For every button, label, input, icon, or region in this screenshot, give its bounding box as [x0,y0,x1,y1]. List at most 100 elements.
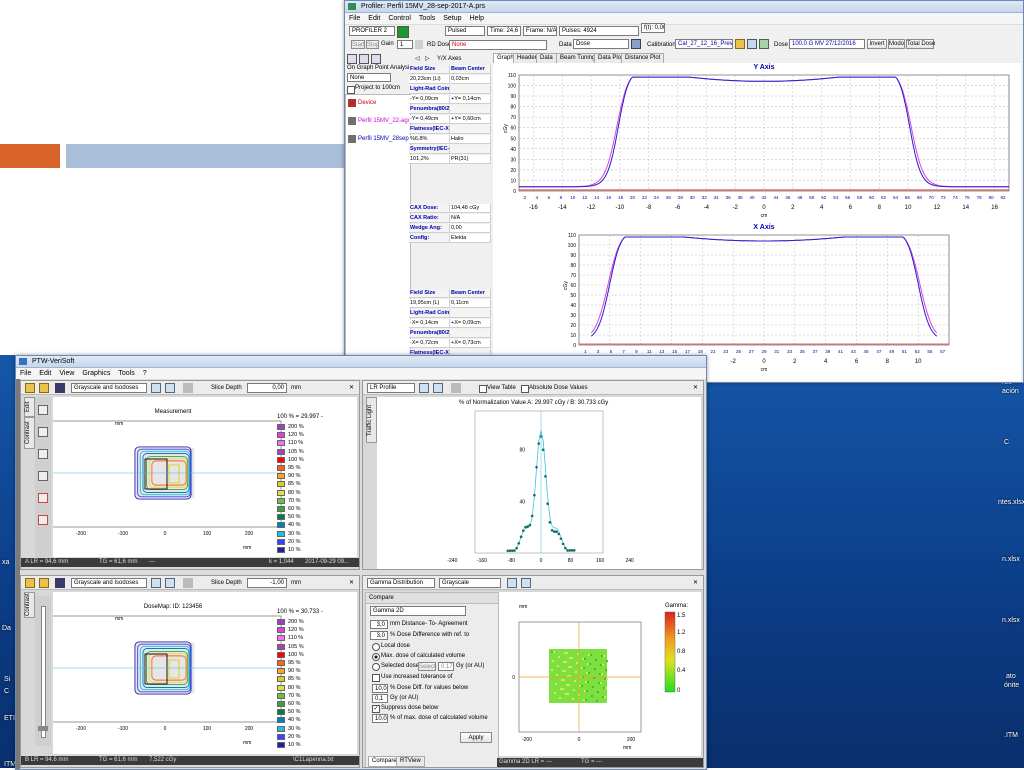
desktop-label[interactable]: xa [2,559,9,567]
menu-help[interactable]: ? [143,368,147,379]
apply-button[interactable]: Apply [460,732,492,743]
profile-line-icon[interactable] [38,449,48,459]
tolerance-gy-input[interactable]: 0,1 [372,694,388,703]
save-icon[interactable] [55,578,65,588]
open-folder-icon[interactable] [25,578,35,588]
dose-select[interactable]: 100,0 G MV 27/12/2016 [789,39,865,49]
select-button[interactable]: Select [418,662,436,671]
roi-icon[interactable] [38,493,48,503]
menu-control[interactable]: Control [388,13,411,24]
chart-icon[interactable] [151,578,161,588]
folder-icon[interactable] [39,383,49,393]
chart-settings-icon[interactable] [165,383,175,393]
layout-grid-icon[interactable] [359,54,369,64]
tree-item-device[interactable]: Device [358,99,376,107]
data-select[interactable]: Dose [573,39,629,49]
tab-data[interactable]: Data [536,53,557,63]
edit-tab[interactable]: Edit [24,397,35,417]
save-icon[interactable] [55,383,65,393]
gain-select[interactable]: 1 [397,40,413,49]
profile-select[interactable]: LR Profile [367,383,415,393]
prev-arrow-icon[interactable]: ◁ [415,55,420,63]
start-button[interactable]: Start [351,40,365,49]
chart-settings-icon[interactable] [165,578,175,588]
chart-settings-icon[interactable] [433,383,443,393]
zoom-icon[interactable] [38,405,48,415]
menu-tools[interactable]: Tools [419,13,435,24]
tree-item-file-2[interactable]: Perfil 15MV_28sep... [358,135,414,143]
mode-button[interactable]: Modo [888,39,905,49]
menu-edit[interactable]: Edit [368,13,380,24]
dose-diff-input[interactable]: 3,0 [370,631,388,640]
contrast-slider-handle[interactable] [38,726,48,731]
desktop-label[interactable]: C [4,688,9,696]
max-dose-radio[interactable] [372,653,380,661]
tab-distance-plot[interactable]: Distance Plot [621,53,665,63]
settings-icon[interactable] [631,39,641,49]
gamma-type-select[interactable]: Gamma 2D [370,606,466,616]
invert-button[interactable]: Invert [867,39,887,49]
desktop-label[interactable]: ónite [1004,682,1019,690]
pan-icon[interactable] [38,427,48,437]
desktop-label[interactable]: ación [1002,388,1019,396]
menu-setup[interactable]: Setup [443,13,461,24]
contrast-tab[interactable]: Contrast [24,592,35,618]
selected-dose-radio[interactable] [372,663,380,671]
menu-tools[interactable]: Tools [118,368,134,379]
view-table-checkbox[interactable] [479,385,487,393]
arrow-icon[interactable] [451,383,461,393]
desktop-label[interactable]: Si [4,676,10,684]
desktop-label[interactable]: ntes.xlsx [998,499,1024,507]
close-icon[interactable]: ✕ [349,579,354,587]
menu-view[interactable]: View [59,368,74,379]
contrast-slider[interactable] [35,596,51,746]
folder-icon[interactable] [39,578,49,588]
suppress-dose-input[interactable]: 10,0 [372,714,388,723]
desktop-label[interactable]: ETI [4,715,15,723]
grayscale-select[interactable]: Grayscale [439,578,501,588]
desktop-label[interactable]: n.xlsx [1002,617,1020,625]
display-mode-select[interactable]: Grayscale and Isodoses [71,578,147,588]
graph-point-select[interactable]: None [347,73,391,82]
dta-input[interactable]: 3,0 [370,620,388,629]
contrast-slider-track[interactable] [41,606,46,738]
close-icon[interactable]: ✕ [693,579,698,587]
project-checkbox[interactable] [347,86,355,94]
desktop-label[interactable]: Da [2,625,11,633]
desktop-label[interactable]: .ITM [1004,732,1018,740]
menu-edit[interactable]: Edit [39,368,51,379]
display-mode-select[interactable]: Grayscale and Isodoses [71,383,147,393]
chart-settings-icon[interactable] [521,578,531,588]
layout-single-icon[interactable] [347,54,357,64]
edit-calibration-icon[interactable] [747,39,757,49]
chart-icon[interactable] [151,383,161,393]
abs-dose-checkbox[interactable] [521,385,529,393]
layout-options-icon[interactable] [371,54,381,64]
menu-file[interactable]: File [349,13,360,24]
desktop-label[interactable]: n.xlsx [1002,556,1020,564]
suppress-dose-checkbox[interactable]: ✓ [372,705,380,713]
calibration-mode-icon[interactable] [759,39,769,49]
tolerance-dose-input[interactable]: 10,0 [372,684,388,693]
increased-tolerance-checkbox[interactable] [372,674,380,682]
contrast-tab[interactable]: Contrast [24,417,35,449]
arrow-icon[interactable] [183,383,193,393]
ruler-icon[interactable] [38,471,48,481]
arrow-icon[interactable] [183,578,193,588]
close-icon[interactable]: ✕ [349,384,354,392]
gamma-distribution-select[interactable]: Gamma Distribution [367,578,435,588]
profiler-titlebar[interactable]: Profiler: Perfil 15MV_28-sep-2017-A.prs [345,1,1023,13]
folder-icon[interactable] [735,39,745,49]
stop-button[interactable]: Stop [366,40,379,49]
close-icon[interactable]: ✕ [693,384,698,392]
next-arrow-icon[interactable]: ▷ [425,55,430,63]
menu-help[interactable]: Help [470,13,484,24]
tab-beam-tuning[interactable]: Beam Tuning [556,53,600,63]
menu-file[interactable]: File [20,368,31,379]
desktop-label[interactable]: C [1004,439,1009,447]
slice-depth-input[interactable]: 0,00 [247,383,287,393]
rd-dose-select[interactable]: None [449,40,547,50]
local-dose-radio[interactable] [372,643,380,651]
menu-graphics[interactable]: Graphics [82,368,110,379]
traffic-light-tab[interactable]: Traffic Light [366,397,377,443]
